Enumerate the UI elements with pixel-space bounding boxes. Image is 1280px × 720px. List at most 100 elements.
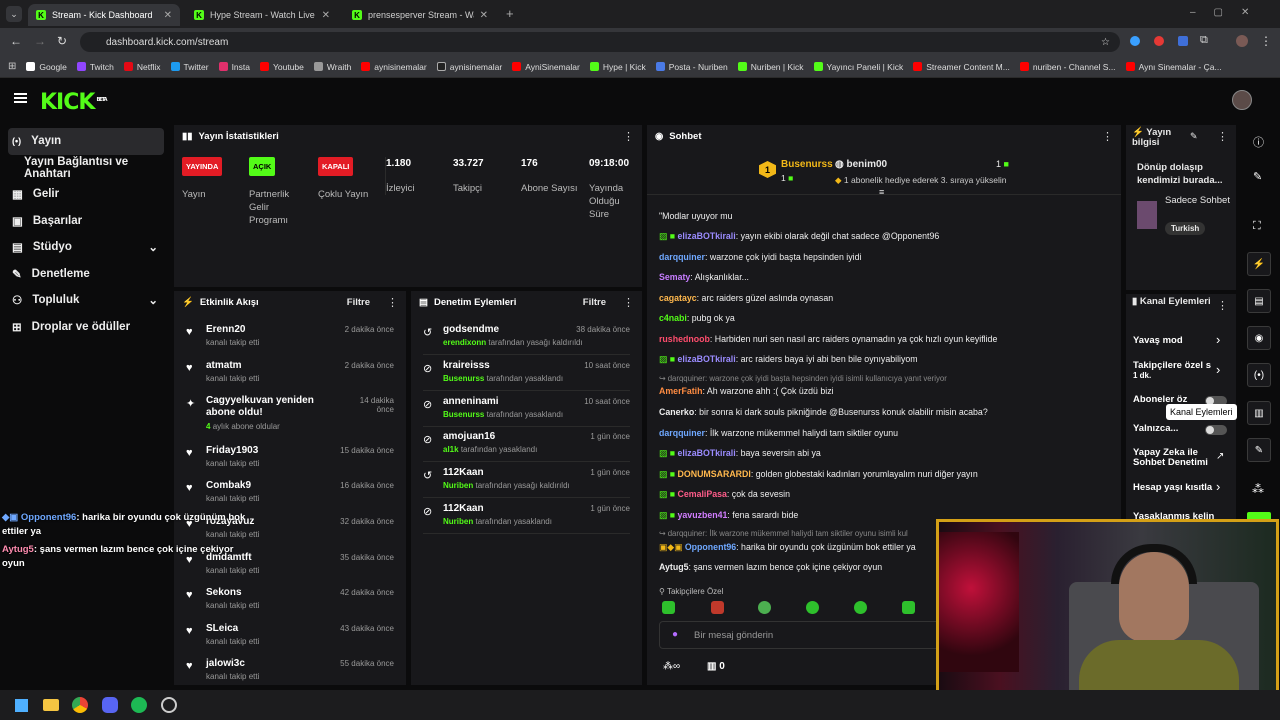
user-avatar[interactable]	[1232, 90, 1252, 110]
bookmark[interactable]: Google	[26, 62, 67, 72]
more-icon[interactable]: ⋮	[1217, 130, 1228, 143]
tab-prensesperver[interactable]: Kprensesperver Stream - Watch ✕	[344, 4, 496, 26]
moderated-user[interactable]: anneninami	[443, 396, 499, 407]
activity-item[interactable]: ♥ Erenn20 kanalı takip etti 2 dakika önce	[186, 321, 394, 355]
activity-user[interactable]: jalowi3c	[206, 658, 245, 669]
chat-message[interactable]: Canerko: bir sonra ki dark souls pikniği…	[659, 407, 1113, 417]
language-tag[interactable]: Turkish	[1165, 222, 1206, 235]
quick-action-doc-icon[interactable]: ▤	[1247, 289, 1271, 313]
chat-username[interactable]: darqquiner	[659, 428, 705, 438]
sidebar-item-topluluk[interactable]: ⚇ Topluluk ⌄	[0, 287, 172, 314]
chat-username[interactable]: Sematy	[659, 272, 690, 282]
chat-username[interactable]: yavuzben41	[678, 510, 728, 520]
chat-username[interactable]: CemaliPasa	[678, 489, 727, 499]
tab-hype-stream[interactable]: K Hype Stream - Watch Live on K ✕	[186, 4, 338, 26]
chat-username[interactable]: Canerko	[659, 407, 694, 417]
apps-icon[interactable]: ⊞	[8, 61, 16, 72]
extension-icon[interactable]	[1178, 36, 1188, 46]
chat-message[interactable]: darqquiner: İlk warzone mükemmel haliydi…	[659, 428, 1113, 438]
profile-avatar[interactable]	[1236, 35, 1248, 47]
more-icon[interactable]: ⋮	[1102, 130, 1113, 143]
quick-action-wrench-icon[interactable]: ✎	[1247, 438, 1271, 462]
bookmark[interactable]: aynisinemalar	[361, 62, 427, 72]
moderation-item[interactable]: ↺ 112Kaan Nuriben tarafından yasağı kaldır…	[423, 464, 630, 499]
bookmark[interactable]: AyniSinemalar	[512, 62, 580, 72]
close-icon[interactable]: ✕	[322, 10, 330, 21]
activity-item[interactable]: ♥ atmatm kanalı takip etti 2 dakika önce	[186, 357, 394, 391]
window-controls[interactable]: –▢✕	[1190, 7, 1267, 18]
moderated-user[interactable]: 112Kaan	[443, 503, 484, 514]
emote-icon[interactable]	[711, 601, 724, 614]
windows-start-icon[interactable]	[14, 698, 28, 712]
info-icon[interactable]: ⓘ	[1253, 134, 1264, 150]
extension-icon[interactable]	[1154, 36, 1164, 46]
moderated-user[interactable]: godsendme	[443, 324, 499, 335]
chat-message[interactable]: c4nabi: pubg ok ya	[659, 313, 1113, 323]
tab-kick-dashboard[interactable]: K Stream - Kick Dashboard ✕	[28, 4, 180, 26]
sidebar-item-stream-key[interactable]: Yayın Bağlantısı ve Anahtarı	[0, 155, 172, 182]
slow-mode-action[interactable]: Yavaş mod	[1133, 335, 1228, 346]
chat-message[interactable]: ▨ ■ elizaBOTkirali: yayın ekibi olarak d…	[659, 231, 1113, 242]
chat-username[interactable]: c4nabi	[659, 313, 687, 323]
bookmark[interactable]: Netflix	[123, 62, 161, 72]
filter-button[interactable]: Filtre	[347, 297, 370, 308]
store-count[interactable]: ▥ 0	[707, 661, 725, 672]
moderated-user[interactable]: 112Kaan	[443, 467, 484, 478]
chat-username[interactable]: rushednoob	[659, 334, 710, 344]
bookmark[interactable]: aynisinemalar	[436, 62, 502, 72]
hamburger-menu-icon[interactable]	[14, 93, 27, 103]
emote-icon[interactable]	[902, 601, 915, 614]
bookmark[interactable]: Yayıncı Paneli | Kick	[813, 62, 903, 72]
chrome-icon[interactable]	[72, 697, 88, 713]
activity-item[interactable]: ♥ Sekons kanalı takip etti 42 dakika önce	[186, 584, 394, 618]
moderation-item[interactable]: ⊘ kraireisss Busenurss tarafından yasaklan…	[423, 357, 630, 391]
community-icon[interactable]: ⁂	[1252, 482, 1264, 496]
sidebar-item-gelir[interactable]: ▦ Gelir	[0, 181, 172, 208]
sidebar-item-basarilar[interactable]: ▣ Başarılar	[0, 208, 172, 235]
sidebar-item-studyo[interactable]: ▤ Stüdyo ⌄	[0, 234, 172, 261]
collapse-icon[interactable]: ≡	[879, 187, 884, 197]
activity-user[interactable]: SLeica	[206, 623, 238, 634]
edit-icon[interactable]: ✎	[1190, 131, 1198, 142]
browser-menu-icon[interactable]: ⋮	[1260, 34, 1272, 48]
chat-message[interactable]: ▨ ■ CemaliPasa: çok da sevesin	[659, 489, 1113, 500]
chat-message[interactable]: AmerFatih: Ah warzone ahh :( Çok üzdü bi…	[659, 386, 1113, 396]
bookmark[interactable]: Twitch	[76, 62, 114, 72]
sidebar-item-denetleme[interactable]: ✎ Denetleme	[0, 261, 172, 288]
chat-reply-context[interactable]: ↪ darqquiner: warzone çok iyidi başta he…	[659, 374, 1113, 383]
kick-logo[interactable]: KICK BETA	[40, 90, 108, 115]
verified-only-toggle[interactable]	[1205, 425, 1227, 435]
chat-message[interactable]: ▨ ■ DONUMSARARDI: golden globestaki kadı…	[659, 469, 1113, 480]
activity-item[interactable]: ✦ Cagyyelkuvan yeniden abone oldu! 4 aylık…	[186, 392, 394, 431]
emote-icon[interactable]	[854, 601, 867, 614]
sidebar-item-yayin[interactable]: (•) Yayın	[8, 128, 164, 155]
fullscreen-icon[interactable]: ⛶	[1253, 220, 1261, 233]
bookmark[interactable]: Nuriben | Kick	[737, 62, 804, 72]
bookmark[interactable]: Insta	[218, 62, 250, 72]
chat-input[interactable]: ● Bir mesaj gönderin	[659, 621, 949, 649]
forward-icon[interactable]: →	[34, 34, 46, 48]
chat-message[interactable]: rushednoob: Harbiden nuri sen nasıl arc …	[659, 334, 1113, 344]
activity-item[interactable]: ♥ jalowi3c kanalı takip etti 55 dakika önce	[186, 655, 394, 685]
activity-user[interactable]: Erenn20	[206, 324, 245, 335]
chat-username[interactable]: Opponent96	[685, 542, 736, 552]
chat-message[interactable]: ▨ ■ elizaBOTkirali: baya seversin abi ya	[659, 448, 1113, 459]
close-icon[interactable]: ✕	[480, 10, 488, 21]
chat-message[interactable]: Sematy: Alışkanlıklar...	[659, 272, 1113, 282]
emote-icon[interactable]	[758, 601, 771, 614]
moderation-item[interactable]: ⊘ amojuan16 al1k tarafından yasaklandı 1 gü…	[423, 428, 630, 463]
star-icon[interactable]: ☆	[1101, 37, 1110, 48]
more-icon[interactable]: ⋮	[623, 130, 634, 143]
chat-message[interactable]: "Modlar uyuyor mu	[659, 211, 1113, 221]
activity-item[interactable]: ♥ Friday1903 kanalı takip etti 15 dakika ön…	[186, 442, 394, 476]
quick-action-broadcast-icon[interactable]: (•)	[1247, 363, 1271, 387]
emote-icon[interactable]	[662, 601, 675, 614]
activity-item[interactable]: ♥ Combak9 kanalı takip etti 16 dakika önce	[186, 477, 394, 511]
chat-username[interactable]: darqquiner	[659, 252, 705, 262]
quick-action-chat-icon[interactable]: ◉	[1247, 326, 1271, 350]
more-icon[interactable]: ⋮	[387, 296, 398, 309]
moderation-item[interactable]: ⊘ anneninami Busenurss tarafından yasaklan…	[423, 393, 630, 427]
account-age-action[interactable]: Hesap yaşı kısıtla	[1133, 482, 1228, 493]
activity-item[interactable]: ♥ SLeica kanalı takip etti 43 dakika önce	[186, 620, 394, 654]
reload-icon[interactable]: ↻	[57, 34, 67, 48]
